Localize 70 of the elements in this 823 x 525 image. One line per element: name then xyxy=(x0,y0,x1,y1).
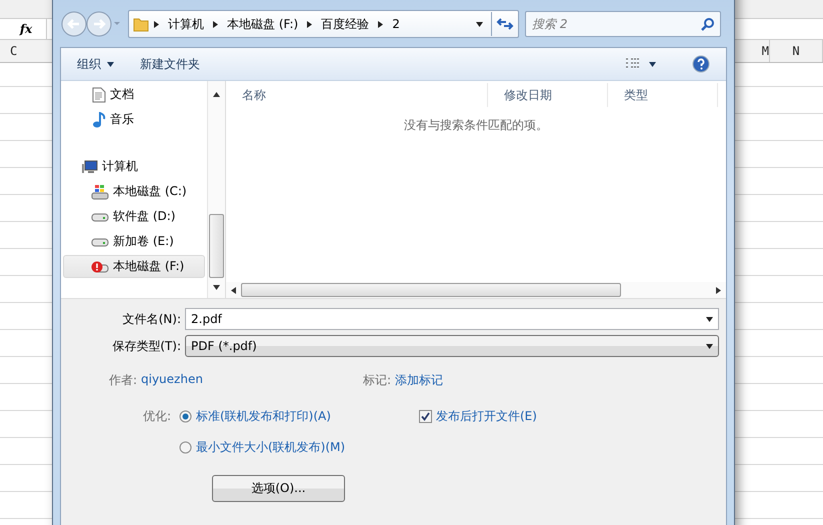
help-icon[interactable] xyxy=(692,55,710,73)
nav-label: 音乐 xyxy=(110,111,134,128)
scroll-thumb[interactable] xyxy=(209,214,224,278)
tags-link[interactable]: 添加标记 xyxy=(394,372,443,389)
nav-item[interactable]: 本地磁盘 (C:) xyxy=(63,180,205,203)
radio-button[interactable] xyxy=(179,441,192,454)
checkbox-label: 发布后打开文件(E) xyxy=(436,408,537,425)
scroll-up-icon xyxy=(213,91,220,98)
column-header[interactable]: 名称 xyxy=(226,83,488,107)
radio-label: 标准(联机发布和打印)(A) xyxy=(196,408,332,425)
empty-message: 没有与搜索条件匹配的项。 xyxy=(404,117,548,134)
nav-item[interactable]: 本地磁盘 (F:) xyxy=(63,255,205,278)
breadcrumb-item[interactable]: 本地磁盘 (F:) xyxy=(219,16,306,32)
field-label: 标记: xyxy=(362,372,391,389)
nav-label: 软件盘 (D:) xyxy=(113,208,176,225)
scrollbar[interactable] xyxy=(226,282,726,298)
drive-icon xyxy=(91,212,109,222)
nav-label: 本地磁盘 (F:) xyxy=(113,258,184,275)
nav-label: 本地磁盘 (C:) xyxy=(113,183,187,200)
caret-icon xyxy=(649,60,656,68)
document-icon xyxy=(92,86,106,102)
nav-item[interactable]: 计算机 xyxy=(63,155,205,178)
new-folder-button[interactable]: 新建文件夹 xyxy=(140,56,200,72)
radio-button[interactable] xyxy=(179,410,192,423)
caret-icon xyxy=(107,60,114,68)
field-label: 文件名(N): xyxy=(122,310,182,328)
view-list-icon[interactable] xyxy=(625,58,641,70)
search-icon[interactable] xyxy=(701,17,715,31)
scrollbar[interactable] xyxy=(208,81,226,298)
nav-item[interactable]: 音乐 xyxy=(63,108,205,131)
nav-label: 文档 xyxy=(110,86,134,103)
field-label: 作者: xyxy=(108,373,137,387)
function-label: fx xyxy=(0,19,47,39)
computer-icon xyxy=(82,160,98,174)
nav-label: 计算机 xyxy=(102,158,138,175)
checkbox[interactable] xyxy=(419,410,432,423)
nav-label: 新加卷 (E:) xyxy=(113,233,174,250)
column-header: N xyxy=(770,40,823,62)
system-drive-icon xyxy=(91,184,109,200)
dropdown-icon xyxy=(706,316,713,322)
column-header[interactable]: 类型 xyxy=(608,83,718,107)
file-name-field[interactable]: 2.pdf xyxy=(185,308,719,330)
scroll-left-icon xyxy=(230,286,237,294)
radio-label: 最小文件大小(联机发布)(M) xyxy=(196,439,346,456)
column-header[interactable]: 修改日期 xyxy=(488,83,608,107)
search-field[interactable]: 搜索 2 xyxy=(525,11,721,37)
arrow-icon xyxy=(306,20,314,28)
drive-icon xyxy=(91,236,109,246)
nav-item[interactable]: 软件盘 (D:) xyxy=(63,205,205,228)
music-note-icon xyxy=(92,112,106,128)
drive-warning-icon xyxy=(91,260,109,272)
breadcrumb-item[interactable]: 2 xyxy=(384,17,408,31)
breadcrumb-item[interactable]: 计算机 xyxy=(160,16,212,32)
arrow-icon xyxy=(212,20,219,28)
field-label: 优化: xyxy=(142,409,171,423)
folder-icon xyxy=(133,16,149,32)
file-type-dropdown[interactable]: PDF (*.pdf) xyxy=(185,335,719,357)
options-button[interactable]: 选项(O)... xyxy=(212,475,345,502)
back-forward-icon[interactable] xyxy=(60,10,122,38)
nav-item[interactable]: 文档 xyxy=(63,83,205,106)
breadcrumb-item[interactable]: 百度经验 xyxy=(313,16,378,32)
arrow-icon xyxy=(377,20,384,28)
scroll-down-icon xyxy=(213,284,220,291)
author-link[interactable]: qiyuezhen xyxy=(141,372,203,389)
nav-item[interactable]: 新加卷 (E:) xyxy=(63,230,205,253)
address-bar[interactable]: 计算机 本地磁盘 (F:) 百度经验 2 xyxy=(128,10,519,38)
field-label: 保存类型(T): xyxy=(111,338,182,354)
scroll-right-icon xyxy=(715,286,722,294)
dropdown-icon xyxy=(706,342,713,350)
arrow-icon xyxy=(153,20,160,28)
